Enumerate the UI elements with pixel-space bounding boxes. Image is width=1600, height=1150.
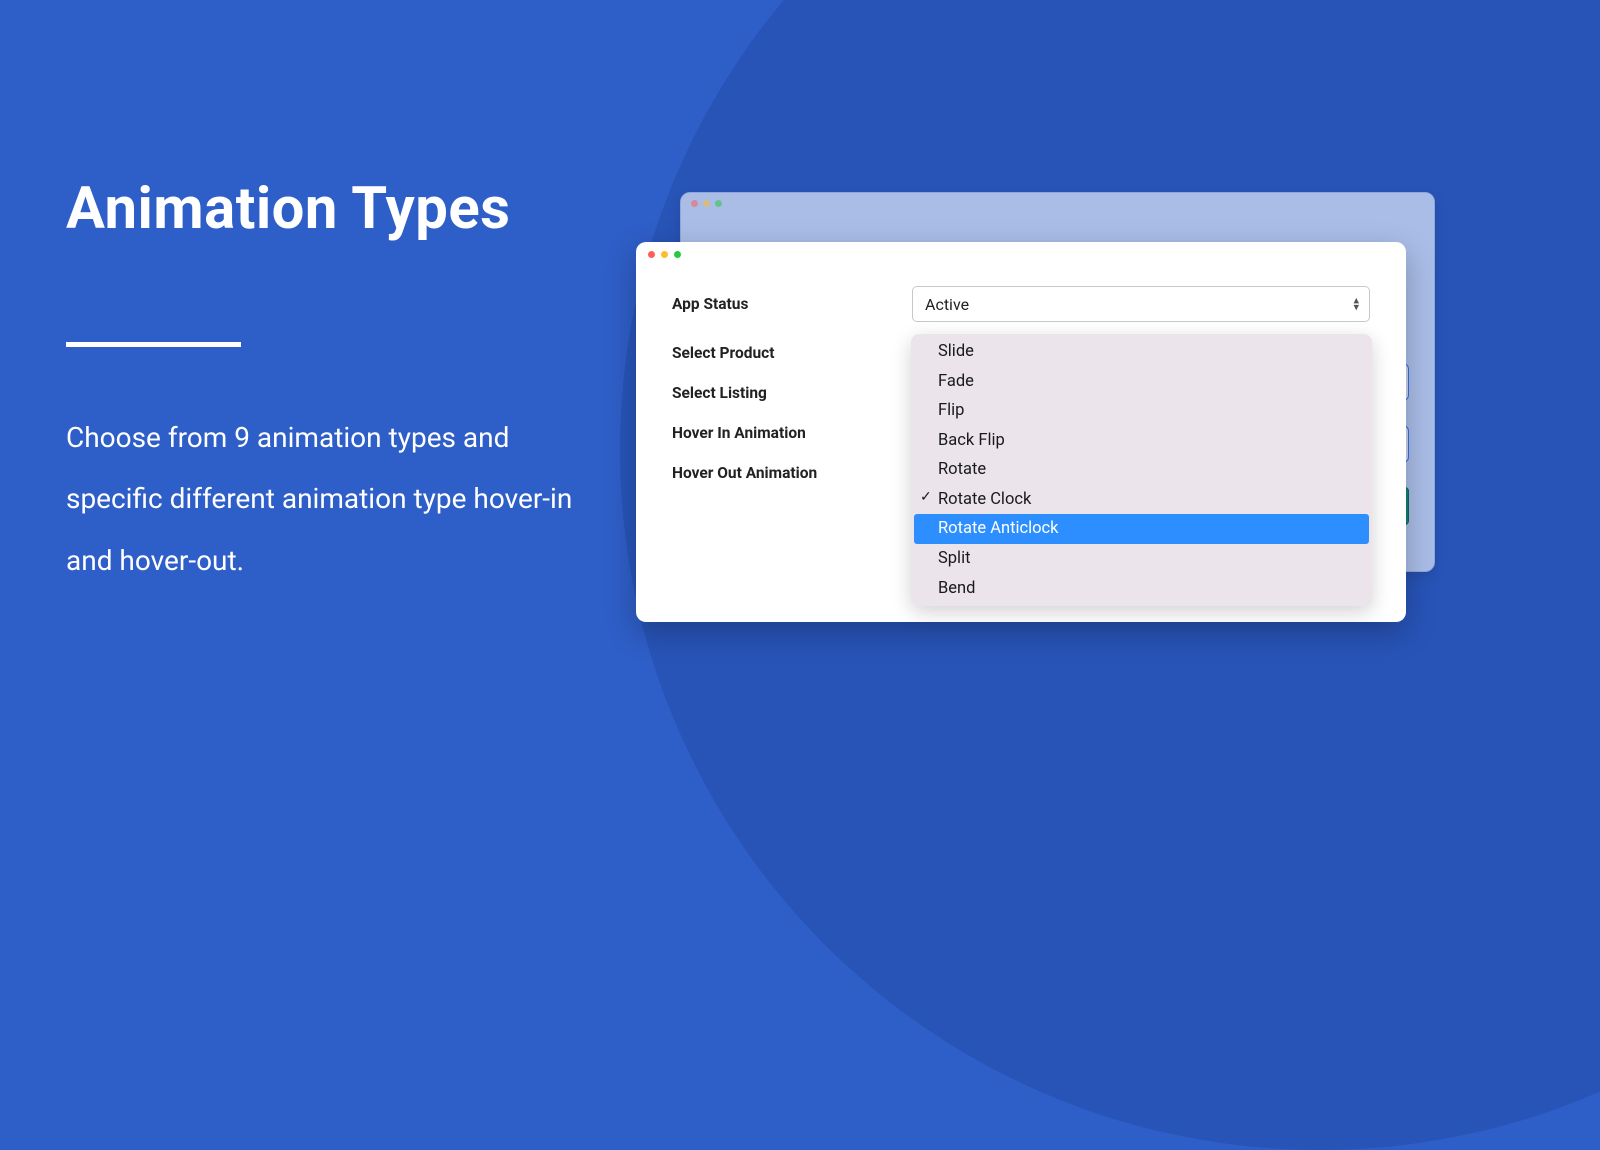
traffic-light-zoom-icon [715,200,722,207]
minimize-icon[interactable] [661,251,668,258]
traffic-light-close-icon [691,200,698,207]
dropdown-option[interactable]: Back Flip [914,426,1369,456]
dropdown-option[interactable]: Bend [914,574,1369,604]
select-listing-label: Select Listing [672,384,912,402]
traffic-light-minimize-icon [703,200,710,207]
marketing-copy: Animation Types Choose from 9 animation … [66,178,606,592]
dropdown-option[interactable]: Fade [914,367,1369,397]
zoom-icon[interactable] [674,251,681,258]
select-product-label: Select Product [672,344,912,362]
app-status-value: Active [925,295,969,314]
close-icon[interactable] [648,251,655,258]
app-status-label: App Status [672,295,912,313]
select-caret-icon: ▴▾ [1353,297,1359,310]
app-status-select[interactable]: Active ▴▾ [912,286,1370,322]
dropdown-option[interactable]: Slide [914,337,1369,367]
dropdown-option[interactable]: Rotate Anticlock [914,514,1369,544]
page-title: Animation Types [66,178,606,242]
dropdown-option[interactable]: Split [914,544,1369,574]
settings-window-titlebar [636,242,1406,266]
background-window-titlebar [681,193,1434,213]
page-description: Choose from 9 animation types and specif… [66,407,606,592]
animation-type-dropdown[interactable]: SlideFadeFlipBack FlipRotateRotate Clock… [911,334,1372,606]
title-divider [66,342,241,347]
dropdown-option[interactable]: Rotate Clock [914,485,1369,515]
dropdown-option[interactable]: Rotate [914,455,1369,485]
hover-out-animation-label: Hover Out Animation [672,464,912,482]
hover-in-animation-label: Hover In Animation [672,424,912,442]
dropdown-option[interactable]: Flip [914,396,1369,426]
